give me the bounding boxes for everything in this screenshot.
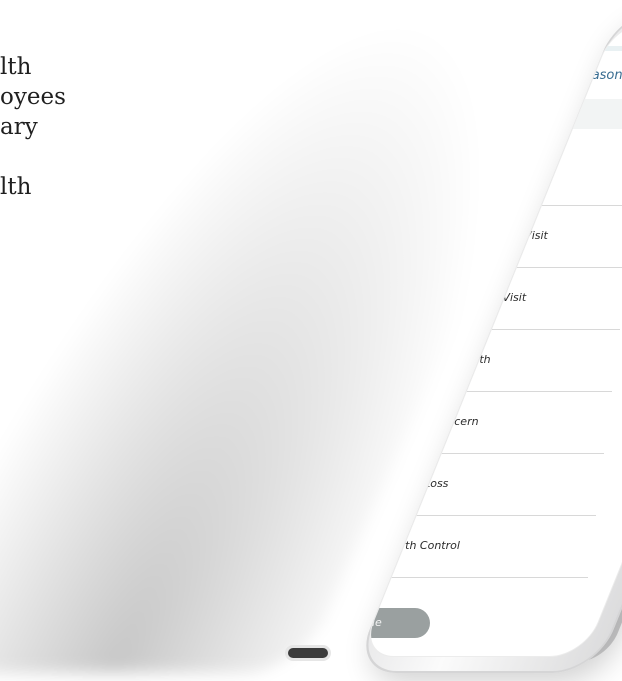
reason-item-birth-control[interactable]: Birth Control bbox=[360, 516, 588, 578]
progress-fill bbox=[438, 46, 493, 51]
top-bar: ‹ ✕ bbox=[400, 40, 622, 58]
background-text-line: ary bbox=[0, 114, 38, 140]
reason-label: Hair Loss bbox=[398, 477, 449, 490]
background-copy: lth oyees ary lth bbox=[0, 52, 66, 202]
reason-item-annual-wellness[interactable]: Annual Wellness Visit bbox=[368, 206, 622, 268]
reason-item-mental-health[interactable]: Mental Health Visit bbox=[360, 268, 620, 330]
phone-screen: ‹ ✕ Select Appointment Reason ⚲ Click to… bbox=[360, 22, 622, 656]
reason-label: Skin Concern bbox=[406, 415, 479, 428]
sexual-health-icon bbox=[370, 344, 404, 374]
search-input[interactable]: ⚲ Click to search bbox=[360, 99, 622, 129]
hair-loss-icon bbox=[360, 468, 388, 498]
background-text-line: lth bbox=[0, 174, 32, 200]
search-placeholder: Click to search bbox=[392, 106, 474, 119]
search-icon: ⚲ bbox=[372, 105, 381, 119]
reason-label: Sick Visit bbox=[438, 167, 488, 180]
progress-bar bbox=[438, 46, 622, 51]
reason-item-hair-loss[interactable]: Hair Loss bbox=[360, 454, 596, 516]
reason-item-sick-visit[interactable]: Sick Visit bbox=[376, 144, 622, 206]
continue-button[interactable]: Continue bbox=[360, 608, 430, 638]
wellness-visit-icon bbox=[386, 220, 420, 250]
charging-port bbox=[288, 648, 328, 658]
sick-visit-icon bbox=[394, 158, 428, 188]
chevron-left-icon[interactable]: ‹ bbox=[400, 40, 412, 55]
skin-concern-icon bbox=[362, 406, 396, 436]
background-text-line: lth bbox=[0, 54, 32, 80]
phone-mockup: ‹ ✕ Select Appointment Reason ⚲ Click to… bbox=[0, 0, 622, 681]
phone-body: ‹ ✕ Select Appointment Reason ⚲ Click to… bbox=[138, 0, 622, 681]
reason-label: Mental Health Visit bbox=[422, 291, 527, 304]
reason-item-skin-concern[interactable]: Skin Concern bbox=[360, 392, 604, 454]
background-text-line: oyees bbox=[0, 84, 66, 110]
mental-health-icon bbox=[378, 282, 412, 312]
birth-control-icon bbox=[360, 530, 380, 560]
continue-label: Continue bbox=[360, 616, 382, 629]
screen-content: ‹ ✕ Select Appointment Reason ⚲ Click to… bbox=[360, 22, 622, 656]
divider bbox=[360, 577, 588, 578]
